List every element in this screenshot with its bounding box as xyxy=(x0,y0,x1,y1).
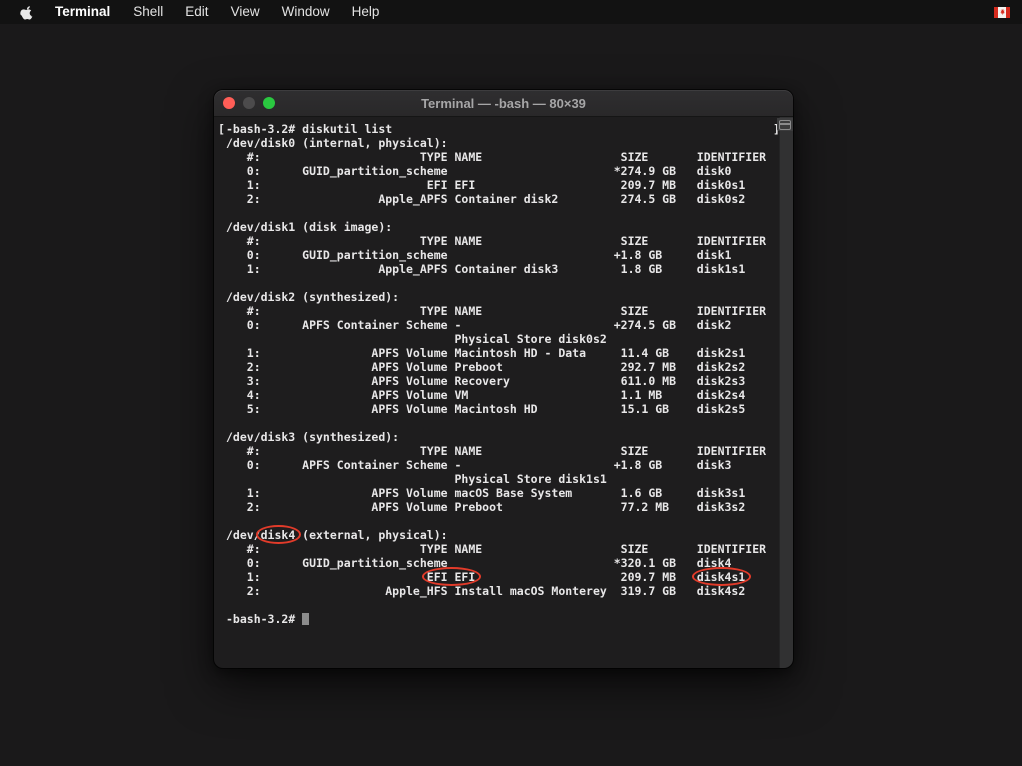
split-pane-button[interactable] xyxy=(777,118,793,131)
terminal-line: 1: APFS Volume macOS Base System 1.6 GB … xyxy=(226,486,779,500)
terminal-line: /dev/disk0 (internal, physical): xyxy=(226,136,779,150)
terminal-line: /dev/disk2 (synthesized): xyxy=(226,290,779,304)
terminal-line: 1: APFS Volume Macintosh HD - Data 11.4 … xyxy=(226,346,779,360)
menu-item-window[interactable]: Window xyxy=(271,0,341,24)
apple-menu[interactable] xyxy=(20,4,34,20)
annotation-circle: disk4s1 xyxy=(697,570,745,584)
terminal-line: 0: GUID_partition_scheme *320.1 GB disk4 xyxy=(226,556,779,570)
terminal-line xyxy=(226,276,779,290)
split-pane-icon xyxy=(779,120,791,130)
terminal-line: 2: Apple_APFS Container disk2 274.5 GB d… xyxy=(226,192,779,206)
terminal-content[interactable]: -bash-3.2# diskutil list[]/dev/disk0 (in… xyxy=(214,117,793,668)
terminal-line xyxy=(226,514,779,528)
terminal-line xyxy=(226,206,779,220)
terminal-line: -bash-3.2# xyxy=(226,612,779,626)
terminal-line: 1: EFI EFI 209.7 MB disk0s1 xyxy=(226,178,779,192)
terminal-line: #: TYPE NAME SIZE IDENTIFIER xyxy=(226,304,779,318)
terminal-output: -bash-3.2# diskutil list[]/dev/disk0 (in… xyxy=(226,122,779,626)
terminal-line xyxy=(226,416,779,430)
zoom-button[interactable] xyxy=(263,97,275,109)
terminal-line: #: TYPE NAME SIZE IDENTIFIER xyxy=(226,542,779,556)
terminal-line: /dev/disk1 (disk image): xyxy=(226,220,779,234)
menu-bar: TerminalShellEditViewWindowHelp xyxy=(0,0,1022,24)
terminal-line: 1: EFI EFI 209.7 MB disk4s1 xyxy=(226,570,779,584)
terminal-line: 0: GUID_partition_scheme *274.9 GB disk0 xyxy=(226,164,779,178)
menu-item-help[interactable]: Help xyxy=(341,0,391,24)
terminal-line: 2: Apple_HFS Install macOS Monterey 319.… xyxy=(226,584,779,598)
apple-icon xyxy=(20,4,34,20)
menu-item-edit[interactable]: Edit xyxy=(174,0,219,24)
terminal-cursor xyxy=(302,613,309,625)
terminal-line: #: TYPE NAME SIZE IDENTIFIER xyxy=(226,150,779,164)
terminal-line: #: TYPE NAME SIZE IDENTIFIER xyxy=(226,234,779,248)
terminal-line: 2: APFS Volume Preboot 77.2 MB disk3s2 xyxy=(226,500,779,514)
canada-flag-icon xyxy=(994,7,1010,18)
input-source-flag[interactable] xyxy=(994,7,1010,18)
terminal-line: 0: GUID_partition_scheme +1.8 GB disk1 xyxy=(226,248,779,262)
terminal-line: /dev/disk4 (external, physical): xyxy=(226,528,779,542)
terminal-line: 2: APFS Volume Preboot 292.7 MB disk2s2 xyxy=(226,360,779,374)
terminal-line xyxy=(226,598,779,612)
terminal-line: 3: APFS Volume Recovery 611.0 MB disk2s3 xyxy=(226,374,779,388)
scrollbar[interactable] xyxy=(779,117,793,668)
terminal-line: -bash-3.2# diskutil list[] xyxy=(226,122,779,136)
window-titlebar[interactable]: Terminal — -bash — 80×39 xyxy=(214,90,793,117)
close-button[interactable] xyxy=(223,97,235,109)
mark-open-bracket: [ xyxy=(218,122,225,136)
menu-item-view[interactable]: View xyxy=(220,0,271,24)
window-title: Terminal — -bash — 80×39 xyxy=(214,96,793,111)
terminal-line: Physical Store disk0s2 xyxy=(226,332,779,346)
menu-item-shell[interactable]: Shell xyxy=(122,0,174,24)
terminal-line: 4: APFS Volume VM 1.1 MB disk2s4 xyxy=(226,388,779,402)
terminal-line: 1: Apple_APFS Container disk3 1.8 GB dis… xyxy=(226,262,779,276)
terminal-window: Terminal — -bash — 80×39 -bash-3.2# disk… xyxy=(214,90,793,668)
menu-item-terminal[interactable]: Terminal xyxy=(43,0,122,24)
terminal-line: 0: APFS Container Scheme - +274.5 GB dis… xyxy=(226,318,779,332)
terminal-line: Physical Store disk1s1 xyxy=(226,472,779,486)
terminal-line: 0: APFS Container Scheme - +1.8 GB disk3 xyxy=(226,458,779,472)
annotation-circle: EFI EFI xyxy=(427,570,475,584)
terminal-line: 5: APFS Volume Macintosh HD 15.1 GB disk… xyxy=(226,402,779,416)
terminal-line: /dev/disk3 (synthesized): xyxy=(226,430,779,444)
annotation-circle: disk4 xyxy=(261,528,296,542)
minimize-button[interactable] xyxy=(243,97,255,109)
terminal-line: #: TYPE NAME SIZE IDENTIFIER xyxy=(226,444,779,458)
